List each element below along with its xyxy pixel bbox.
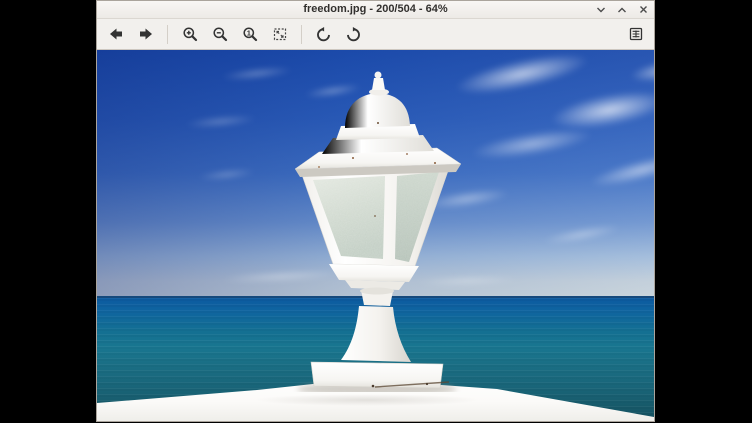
chevron-down-icon bbox=[596, 6, 606, 14]
rotate-left-icon bbox=[315, 26, 332, 43]
toolbar: 1 bbox=[97, 19, 654, 50]
toolbar-separator bbox=[167, 25, 168, 44]
zoom-out-button[interactable] bbox=[207, 22, 232, 47]
rotate-counterclockwise-button[interactable] bbox=[311, 22, 336, 47]
rotate-right-icon bbox=[345, 26, 362, 43]
image-viewer-window: freedom.jpg - 200/504 - 64% bbox=[96, 0, 655, 422]
fit-dashed-square-icon bbox=[272, 26, 288, 42]
toolbar-separator bbox=[301, 25, 302, 44]
magnifier-minus-icon bbox=[212, 26, 228, 42]
magnifier-one-icon: 1 bbox=[242, 26, 258, 42]
maximize-button[interactable] bbox=[616, 4, 628, 16]
window-controls bbox=[595, 1, 649, 18]
magnifier-plus-icon bbox=[182, 26, 198, 42]
image-gallery-button[interactable] bbox=[623, 22, 648, 47]
best-fit-button[interactable] bbox=[267, 22, 292, 47]
photo-lantern bbox=[257, 66, 497, 392]
next-image-button[interactable] bbox=[133, 22, 158, 47]
rotate-clockwise-button[interactable] bbox=[341, 22, 366, 47]
chevron-up-icon bbox=[617, 6, 627, 14]
svg-text:1: 1 bbox=[246, 28, 250, 37]
previous-image-button[interactable] bbox=[103, 22, 128, 47]
normal-size-button[interactable]: 1 bbox=[237, 22, 262, 47]
arrow-right-icon bbox=[138, 26, 154, 42]
zoom-in-button[interactable] bbox=[177, 22, 202, 47]
minimize-button[interactable] bbox=[595, 4, 607, 16]
image-display-area[interactable] bbox=[97, 50, 654, 421]
arrow-left-icon bbox=[108, 26, 124, 42]
close-button[interactable] bbox=[637, 4, 649, 16]
close-icon bbox=[639, 5, 648, 14]
window-title: freedom.jpg - 200/504 - 64% bbox=[303, 4, 447, 15]
titlebar[interactable]: freedom.jpg - 200/504 - 64% bbox=[97, 1, 654, 19]
gallery-icon bbox=[628, 26, 644, 42]
